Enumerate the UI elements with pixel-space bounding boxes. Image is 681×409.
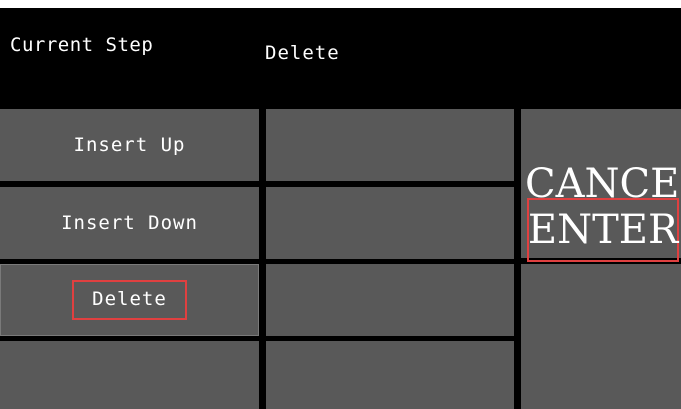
top-strip [0,0,681,8]
current-step-label: Current Step [10,34,154,56]
insert-up-label: Insert Up [73,134,186,156]
insert-down-label: Insert Down [61,212,198,234]
header-bar: Current Step Delete [0,8,681,109]
enter-highlight[interactable]: ENTER [527,198,679,262]
delete-label: Delete [92,288,167,310]
insert-up-button[interactable]: Insert Up [0,109,259,181]
empty-button-col2-row3[interactable] [266,264,514,336]
delete-highlight: Delete [72,280,187,320]
empty-button-col1-row4[interactable] [0,341,259,409]
empty-button-col2-row2[interactable] [266,187,514,259]
delete-button[interactable]: Delete [0,264,259,336]
empty-button-col2-row1[interactable] [266,109,514,181]
enter-label: ENTER [527,207,679,253]
current-step-value: Delete [265,42,340,64]
empty-button-col2-row4[interactable] [266,341,514,409]
insert-down-button[interactable]: Insert Down [0,187,259,259]
enter-button[interactable] [521,264,681,409]
